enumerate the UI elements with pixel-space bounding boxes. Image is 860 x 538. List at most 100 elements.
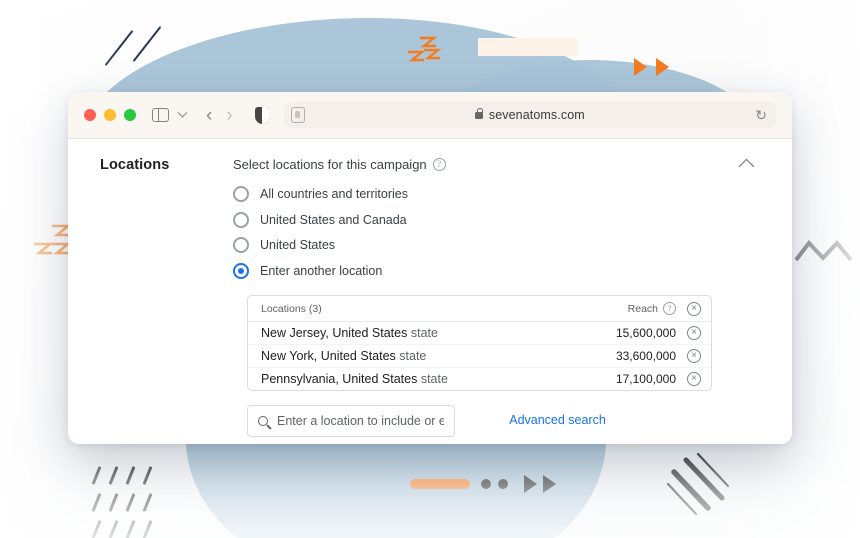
selected-locations-table: Locations (3) Reach ? × New Jersey, Unit… [247, 294, 712, 391]
location-name-cell: Pennsylvania, United States state [261, 372, 616, 386]
dash-mark [108, 493, 119, 512]
navy-diagonal-line-1 [104, 30, 134, 66]
browser-titlebar: ‹ › sevenatoms.com ↻ [68, 92, 792, 139]
radio-option-united-states[interactable]: United States [233, 237, 766, 253]
search-icon [258, 415, 268, 426]
address-bar-content: sevenatoms.com [284, 107, 776, 122]
orange-bar-decoration [410, 479, 470, 489]
reload-icon[interactable]: ↻ [755, 108, 767, 122]
dash-mark [91, 520, 102, 538]
reach-label: Reach [627, 302, 658, 315]
radio-label: All countries and territories [260, 187, 408, 201]
location-type: state [410, 325, 438, 340]
radio-option-us-canada[interactable]: United States and Canada [233, 211, 766, 228]
location-name-cell: New York, United States state [261, 349, 616, 363]
advanced-search-link[interactable]: Advanced search [509, 413, 606, 427]
remove-location-icon[interactable]: × [687, 371, 701, 386]
search-box[interactable] [247, 404, 455, 437]
radio-label: United States [260, 238, 336, 252]
panel-heading-row: Select locations for this campaign ? [233, 157, 446, 172]
dash-mark [125, 466, 136, 485]
remove-location-icon[interactable]: × [687, 348, 701, 363]
dark-triangle-icon [543, 475, 556, 493]
location-name: Pennsylvania, United States [261, 371, 418, 386]
dash-mark [91, 493, 102, 512]
radio-indicator[interactable] [233, 211, 249, 228]
location-type: state [420, 371, 448, 386]
radio-label: United States and Canada [260, 212, 407, 227]
sidebar-options-button[interactable] [177, 107, 188, 119]
reach-header: Reach ? [628, 302, 676, 315]
dash-mark [91, 466, 102, 485]
panel-heading-label: Select locations for this campaign [233, 157, 427, 172]
orange-triangle-icon [634, 58, 647, 76]
dash-mark [108, 466, 119, 485]
chevron-up-icon[interactable] [738, 158, 755, 175]
reach-value: 17,100,000 [615, 371, 676, 386]
panel-header: Select locations for this campaign ? [233, 157, 766, 175]
remove-all-locations-icon[interactable]: × [687, 301, 701, 316]
orange-zigzag-top [408, 36, 442, 62]
dash-mark [142, 493, 153, 512]
remove-location-icon[interactable]: × [687, 325, 701, 340]
browser-window: ‹ › sevenatoms.com ↻ Locations Select lo… [68, 92, 792, 444]
url-text: sevenatoms.com [488, 108, 585, 122]
location-search-area: For example, a country, city, region, or… [247, 404, 766, 445]
location-name: New York, United States [261, 348, 396, 363]
location-scope-radio-group: All countries and territories United Sta… [233, 186, 766, 279]
radio-option-all-countries[interactable]: All countries and territories [233, 186, 766, 202]
lock-icon [474, 107, 484, 119]
search-column: For example, a country, city, region, or… [247, 404, 483, 445]
locations-count-label: Locations (3) [261, 302, 322, 315]
sidebar-toggle-icon [152, 108, 169, 122]
page-content: Locations Select locations for this camp… [68, 139, 792, 444]
help-icon[interactable]: ? [432, 158, 446, 171]
dot-mark [498, 479, 508, 489]
location-name: New Jersey, United States [261, 325, 408, 340]
sidebar-toggle-button[interactable] [152, 108, 169, 122]
back-button[interactable]: ‹ [206, 106, 212, 125]
forward-button[interactable]: › [226, 106, 232, 125]
reach-help-icon[interactable]: ? [663, 302, 676, 315]
close-window-button[interactable] [84, 109, 96, 121]
left-column: Locations [68, 157, 233, 444]
minimize-window-button[interactable] [104, 109, 116, 121]
orange-triangle-pair-top [634, 58, 669, 76]
radio-indicator[interactable] [233, 186, 249, 202]
dark-zigzag-right [795, 239, 853, 262]
navy-diagonal-line-2 [132, 26, 162, 62]
cream-rectangle-decoration [478, 38, 578, 56]
maximize-window-button[interactable] [124, 109, 136, 121]
bottom-fade-overlay [0, 430, 860, 538]
table-row: Pennsylvania, United States state 17,100… [248, 368, 711, 390]
dash-mark [125, 493, 136, 512]
dark-triangle-pair-bottom [524, 475, 556, 493]
chevron-down-icon [177, 107, 188, 118]
radio-indicator[interactable] [233, 237, 249, 253]
dot-pair-decoration [481, 479, 508, 489]
reach-value: 15,600,000 [615, 325, 676, 340]
table-row: New York, United States state 33,600,000… [248, 345, 711, 368]
table-header-row: Locations (3) Reach ? × [248, 296, 711, 322]
dash-mark [125, 520, 136, 538]
search-hint: For example, a country, city, region, or… [249, 443, 483, 445]
dark-triangle-icon [524, 475, 537, 493]
page-title: Locations [100, 157, 170, 173]
location-type: state [399, 348, 427, 363]
dash-mark [142, 520, 153, 538]
address-bar[interactable]: sevenatoms.com ↻ [283, 102, 776, 128]
location-name-cell: New Jersey, United States state [261, 326, 616, 340]
table-row: New Jersey, United States state 15,600,0… [248, 322, 711, 345]
dash-mark [142, 466, 153, 485]
window-controls[interactable] [84, 109, 136, 121]
search-input[interactable] [277, 413, 444, 428]
orange-triangle-icon [656, 58, 669, 76]
radio-indicator-selected[interactable] [233, 262, 249, 279]
dot-mark [481, 479, 491, 489]
dash-mark [108, 520, 119, 538]
dash-grid-decoration [91, 466, 153, 538]
main-column: Select locations for this campaign ? All… [233, 157, 792, 444]
radio-option-enter-another-location[interactable]: Enter another location [233, 262, 766, 279]
screenshot-canvas: ‹ › sevenatoms.com ↻ Locations Select lo… [0, 0, 860, 538]
privacy-report-button[interactable] [254, 106, 270, 124]
